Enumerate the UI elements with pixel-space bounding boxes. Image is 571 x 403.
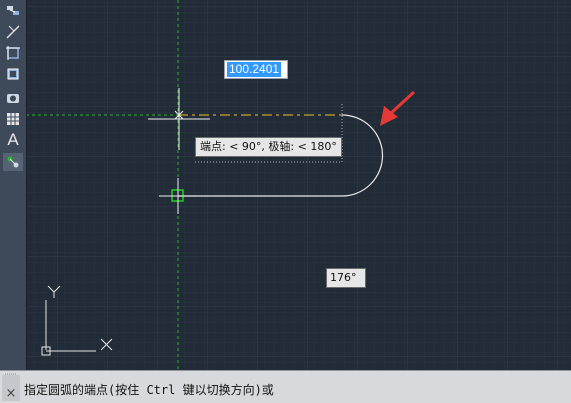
table-tool[interactable]: [3, 110, 23, 128]
rectangle-icon: [6, 46, 20, 60]
draw-toolbar: A: [0, 0, 27, 370]
polyline-icon: [7, 6, 19, 15]
command-prompt: 指定圆弧的端点(按住 Ctrl 键以切换方向)或: [24, 383, 274, 397]
angle-tooltip: 176°: [326, 268, 366, 288]
hatch-icon: [7, 94, 19, 103]
rectangle-tool[interactable]: [3, 44, 23, 62]
text-icon: A: [7, 130, 19, 149]
dynamic-input-value[interactable]: 100.2401: [227, 62, 282, 77]
command-line-close-button[interactable]: ×: [2, 375, 20, 401]
line-tool[interactable]: [3, 23, 23, 41]
hatch-tool[interactable]: [3, 89, 23, 107]
grid: [0, 0, 571, 370]
block-tool[interactable]: [3, 65, 23, 83]
close-icon: ×: [5, 386, 17, 401]
line-icon: [6, 25, 20, 39]
polar-tracking-tooltip: 端点: < 90°, 极轴: < 180°: [195, 137, 342, 157]
dynamic-input-field[interactable]: 100.2401: [224, 60, 288, 79]
point-tool[interactable]: [3, 153, 23, 171]
polyline-tool[interactable]: [3, 2, 23, 20]
command-line[interactable]: × 指定圆弧的端点(按住 Ctrl 键以切换方向)或: [0, 370, 571, 403]
block-icon: [7, 68, 19, 80]
table-icon: [7, 113, 19, 125]
text-tool[interactable]: A: [3, 131, 23, 149]
point-icon: [7, 156, 19, 168]
